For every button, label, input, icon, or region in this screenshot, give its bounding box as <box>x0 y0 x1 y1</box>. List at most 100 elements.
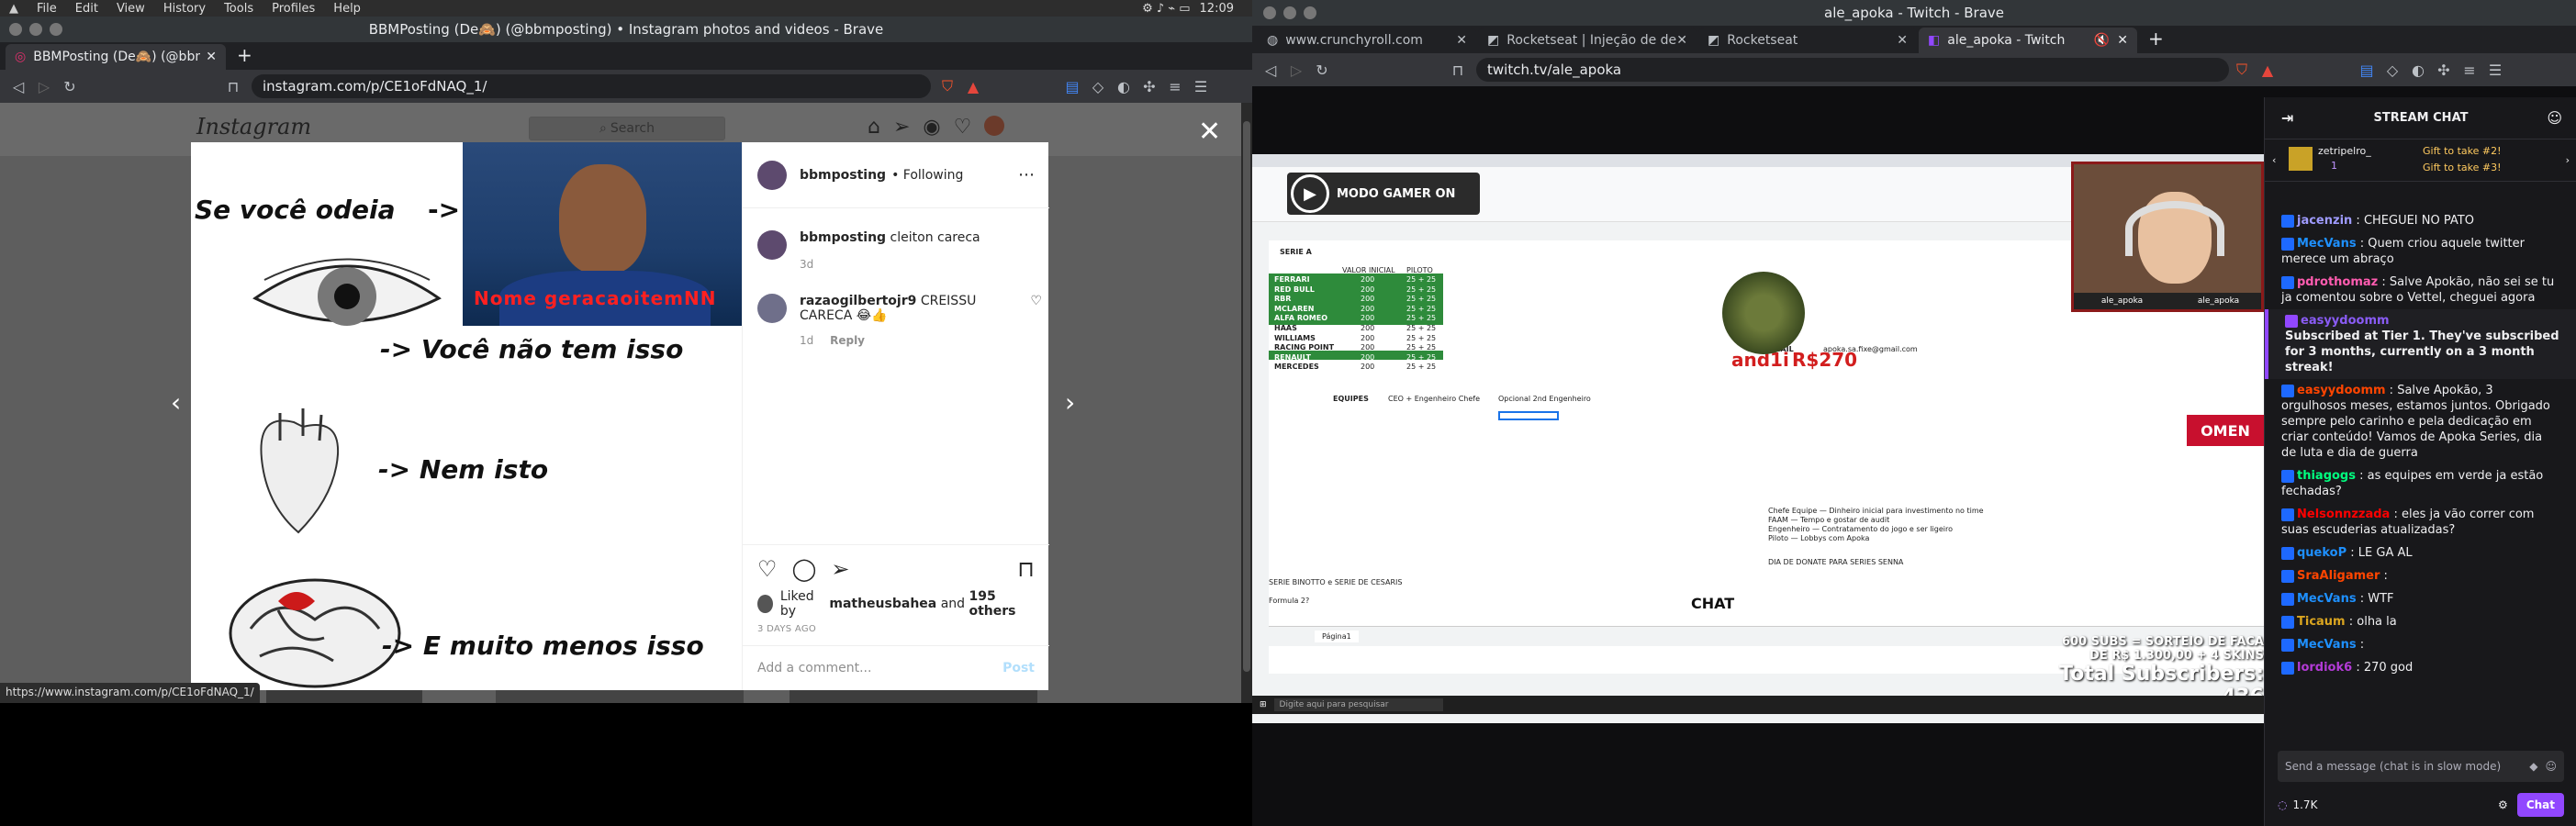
collapse-chat-icon[interactable]: ⇥ <box>2281 109 2293 127</box>
right-window-minimize-button[interactable] <box>1283 6 1296 19</box>
menu-view[interactable]: View <box>117 2 145 16</box>
new-tab-button[interactable]: + <box>2148 28 2164 50</box>
chat-message[interactable]: thiagogs : as equipes em verde ja estão … <box>2265 464 2576 503</box>
chat-username[interactable]: Ticaum <box>2297 615 2346 629</box>
chat-message[interactable]: Nelsonnzzada : eles ja vão correr com su… <box>2265 503 2576 541</box>
chat-username[interactable]: easyydoomm <box>2301 314 2390 328</box>
direct-icon[interactable]: ➢ <box>893 116 910 139</box>
comment-like-icon[interactable]: ♡ <box>1030 294 1042 347</box>
selected-cell[interactable] <box>1498 411 1559 420</box>
bits-icon[interactable]: ◆ <box>2529 760 2537 773</box>
tab-rocketseat-2[interactable]: ◩ Rocketseat ✕ <box>1698 28 1917 53</box>
media-icon[interactable]: ≡ <box>1162 78 1188 95</box>
menu-tools[interactable]: Tools <box>224 2 253 16</box>
scrollbar-thumb[interactable] <box>1243 121 1250 672</box>
explore-icon[interactable]: ◉ <box>923 116 940 139</box>
liked-by-user[interactable]: matheusbahea <box>829 597 936 611</box>
chat-message[interactable]: easyydoomm : Salve Apokão, 3 orgulhosos … <box>2265 379 2576 464</box>
menu-profiles[interactable]: Profiles <box>272 2 315 16</box>
puzzle-icon[interactable]: ✣ <box>2431 61 2457 79</box>
chat-message[interactable]: Ticaum : olha la <box>2265 610 2576 633</box>
brave-rewards-icon[interactable]: ▲ <box>2255 61 2280 79</box>
chat-input[interactable]: Send a message (chat is in slow mode) ◆ … <box>2278 751 2564 782</box>
tab-close-icon[interactable]: ✕ <box>206 50 217 64</box>
author-avatar[interactable] <box>757 160 787 190</box>
bookmark-icon[interactable]: ⊓ <box>220 78 246 95</box>
extension2-icon[interactable]: ◇ <box>2380 61 2405 79</box>
extension-icon[interactable]: ▤ <box>2354 61 2380 79</box>
chat-message[interactable]: pdrothomaz : Salve Apokão, não sei se tu… <box>2265 271 2576 309</box>
post-comment-button[interactable]: Post <box>1002 661 1035 675</box>
chat-username[interactable]: SraAligamer <box>2297 569 2380 583</box>
save-bookmark-icon[interactable]: ⊓ <box>1017 556 1035 582</box>
chat-message[interactable]: MecVans : Quem criou aquele twitter mere… <box>2265 232 2576 271</box>
activity-heart-icon[interactable]: ♡ <box>954 116 972 139</box>
tab-close-icon[interactable]: ✕ <box>1676 33 1687 48</box>
tab-close-icon[interactable]: ✕ <box>1897 33 1908 48</box>
app-logo-icon[interactable]: ▲ <box>9 2 18 16</box>
chat-username[interactable]: pdrothomaz <box>2297 275 2378 289</box>
menu-file[interactable]: File <box>37 2 57 16</box>
gift-take-2[interactable]: Gift to take #2! <box>2423 145 2502 157</box>
more-options-icon[interactable]: ⋯ <box>1018 165 1035 184</box>
chat-message[interactable]: easyydoomm Subscribed at Tier 1. They've … <box>2265 309 2576 379</box>
channel-points[interactable]: 1.7K <box>2292 798 2317 811</box>
following-label[interactable]: • Following <box>891 168 963 183</box>
chat-username[interactable]: jacenzin <box>2297 214 2352 228</box>
gift-take-3[interactable]: Gift to take #3! <box>2423 162 2502 173</box>
menu-help[interactable]: Help <box>333 2 361 16</box>
sheet-tab[interactable]: Página1 <box>1315 631 1359 642</box>
back-icon[interactable]: ◁ <box>6 78 31 95</box>
tab-audio-icon[interactable]: 🔇 <box>2094 33 2110 48</box>
menu-icon[interactable]: ☰ <box>1188 78 1214 95</box>
reply-link[interactable]: Reply <box>830 334 865 347</box>
chat-send-button[interactable]: Chat <box>2516 793 2564 817</box>
extension3-icon[interactable]: ◐ <box>2405 61 2431 79</box>
video-player[interactable]: ▶ MODO GAMER ON SERIE A VALOR INICIAL PI… <box>1252 154 2264 723</box>
tab-close-icon[interactable]: ✕ <box>2117 33 2128 48</box>
extension3-icon[interactable]: ◐ <box>1111 78 1137 95</box>
page-scrollbar[interactable] <box>1241 103 1252 703</box>
emote-icon[interactable]: ☺ <box>2545 760 2557 773</box>
ig-logo[interactable]: Instagram <box>196 114 311 140</box>
tab-close-icon[interactable]: ✕ <box>1456 33 1467 48</box>
like-heart-icon[interactable]: ♡ <box>757 556 778 582</box>
new-tab-button[interactable]: + <box>237 44 252 66</box>
chat-settings-icon[interactable]: ⚙ <box>2498 798 2508 811</box>
brave-shield-icon[interactable]: ⛉ <box>2229 61 2255 79</box>
reload-icon[interactable]: ↻ <box>1309 61 1335 79</box>
author-username[interactable]: bbmposting <box>800 168 886 183</box>
post-image[interactable]: Se você odeia -> Nome geracaoitemNN -> V… <box>191 142 742 690</box>
liker-avatar[interactable] <box>757 595 773 613</box>
extension2-icon[interactable]: ◇ <box>1085 78 1111 95</box>
chat-message[interactable]: SraAligamer : <box>2265 564 2576 587</box>
menu-history[interactable]: History <box>163 2 206 16</box>
chat-message[interactable]: quekoP : LE GA AL <box>2265 541 2576 564</box>
tab-instagram[interactable]: ◎ BBMPosting (De🙈) (@bbmpo ✕ <box>6 44 226 70</box>
chat-message[interactable]: MecVans : <box>2265 633 2576 656</box>
menu-icon[interactable]: ☰ <box>2482 61 2508 79</box>
window-maximize-button[interactable] <box>50 23 62 36</box>
chat-message[interactable]: MecVans : WTF <box>2265 587 2576 610</box>
caption-username[interactable]: bbmposting <box>800 230 886 245</box>
chat-message[interactable]: lordiok6 : 270 god <box>2265 656 2576 679</box>
gift-next-icon[interactable]: › <box>2566 154 2570 166</box>
chat-username[interactable]: quekoP <box>2297 546 2346 560</box>
chat-username[interactable]: Nelsonnzzada <box>2297 508 2390 521</box>
share-icon[interactable]: ➢ <box>831 556 849 582</box>
puzzle-icon[interactable]: ✣ <box>1137 78 1162 95</box>
comment-username[interactable]: razaogilbertojr9 <box>800 294 916 308</box>
prev-post-icon[interactable]: ‹ <box>171 387 181 418</box>
tab-crunchyroll[interactable]: ◍ www.crunchyroll.com ✕ <box>1258 28 1476 53</box>
grid-thumbnail[interactable] <box>496 690 744 703</box>
home-icon[interactable]: ⌂ <box>868 116 880 139</box>
reload-icon[interactable]: ↻ <box>57 78 83 95</box>
chat-message[interactable]: jacenzin : CHEGUEI NO PATO <box>2265 209 2576 232</box>
caption-avatar[interactable] <box>757 230 787 260</box>
forward-icon[interactable]: ▷ <box>1283 61 1309 79</box>
chat-username[interactable]: thiagogs <box>2297 469 2356 483</box>
bookmark-icon[interactable]: ⊓ <box>1445 61 1471 79</box>
comment-bubble-icon[interactable]: ◯ <box>792 556 817 582</box>
grid-thumbnail[interactable] <box>266 690 422 703</box>
forward-icon[interactable]: ▷ <box>31 78 57 95</box>
